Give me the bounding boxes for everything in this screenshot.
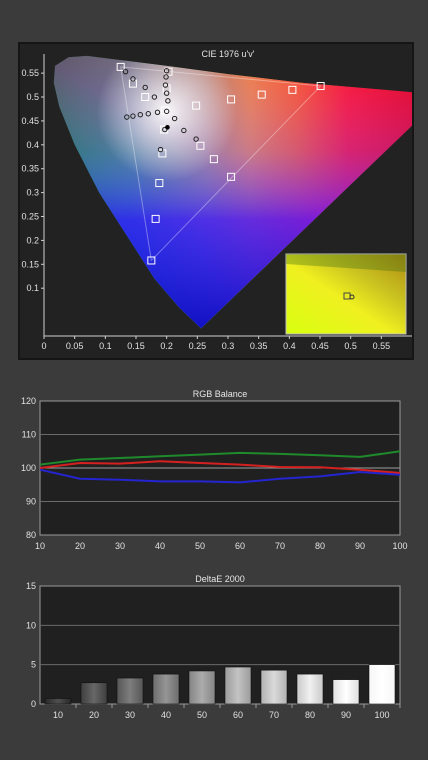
y-tick-label: 0 bbox=[31, 699, 36, 709]
cie-chart: CIE 1976 u'v' 0 0.05 0.1 0.15 0.2 0.25 0.3 0.35 0… bbox=[21, 49, 413, 351]
deltae-bar bbox=[296, 673, 324, 705]
chart-title: CIE 1976 u'v' bbox=[202, 49, 255, 59]
x-tick-label: 0.25 bbox=[189, 341, 207, 351]
x-tick-label: 80 bbox=[315, 541, 325, 551]
y-tick-label: 5 bbox=[31, 660, 36, 670]
x-tick-label: 90 bbox=[355, 541, 365, 551]
x-tick-label: 60 bbox=[235, 541, 245, 551]
deltae-bar bbox=[44, 698, 72, 705]
y-tick-label: 0.35 bbox=[21, 164, 39, 174]
x-tick-label: 0 bbox=[41, 341, 46, 351]
x-tick-label: 40 bbox=[155, 541, 165, 551]
deltae-bar bbox=[224, 666, 252, 705]
x-tick-label: 0.4 bbox=[283, 341, 296, 351]
y-tick-label: 0.2 bbox=[26, 235, 39, 245]
rgb-balance-chart: RGB Balance 80 90 100 110 120 10 20 30 40 50 60 70 80… bbox=[21, 389, 408, 551]
x-tick-label: 90 bbox=[341, 710, 351, 720]
y-tick-label: 80 bbox=[26, 530, 36, 540]
y-tick-label: 120 bbox=[21, 396, 36, 406]
deltae-bar bbox=[260, 669, 288, 705]
x-tick-label: 50 bbox=[197, 710, 207, 720]
x-tick-label: 70 bbox=[269, 710, 279, 720]
y-tick-label: 15 bbox=[26, 581, 36, 591]
x-tick-label: 70 bbox=[275, 541, 285, 551]
x-tick-label: 10 bbox=[35, 541, 45, 551]
deltae-bar bbox=[332, 679, 360, 705]
x-tick-label: 20 bbox=[89, 710, 99, 720]
deltae-chart: DeltaE 2000 0 5 10 15 10 20 30 40 50 60 70 80 90 100 bbox=[26, 574, 401, 720]
x-tick-label: 80 bbox=[305, 710, 315, 720]
deltae-bar bbox=[368, 664, 396, 705]
y-tick-label: 0.5 bbox=[26, 92, 39, 102]
white-point-marker bbox=[165, 125, 170, 130]
x-tick-label: 0.05 bbox=[66, 341, 84, 351]
x-tick-label: 20 bbox=[75, 541, 85, 551]
x-tick-label: 0.1 bbox=[99, 341, 112, 351]
cie-chart-panel: CIE 1976 u'v' 0 0.05 0.1 0.15 0.2 0.25 0.3 0.35 0… bbox=[18, 42, 414, 360]
y-tick-label: 90 bbox=[26, 497, 36, 507]
deltae-bar bbox=[152, 673, 180, 705]
x-tick-label: 10 bbox=[53, 710, 63, 720]
x-tick-label: 30 bbox=[115, 541, 125, 551]
x-tick-label: 0.55 bbox=[373, 341, 391, 351]
x-tick-label: 100 bbox=[374, 710, 389, 720]
x-tick-label: 0.2 bbox=[160, 341, 173, 351]
x-tick-label: 0.45 bbox=[311, 341, 329, 351]
deltae-bar bbox=[116, 677, 144, 705]
y-tick-label: 0.15 bbox=[21, 259, 39, 269]
x-tick-label: 0.15 bbox=[127, 341, 145, 351]
deltae-bar bbox=[188, 670, 216, 705]
x-tick-label: 0.3 bbox=[222, 341, 235, 351]
y-tick-label: 0.4 bbox=[26, 140, 39, 150]
x-tick-label: 60 bbox=[233, 710, 243, 720]
y-tick-label: 0.3 bbox=[26, 188, 39, 198]
y-tick-label: 10 bbox=[26, 620, 36, 630]
x-tick-label: 30 bbox=[125, 710, 135, 720]
y-tick-label: 0.25 bbox=[21, 212, 39, 222]
deltae-bar bbox=[80, 682, 108, 705]
y-tick-label: 0.45 bbox=[21, 116, 39, 126]
y-tick-label: 100 bbox=[21, 463, 36, 473]
y-tick-label: 0.1 bbox=[26, 283, 39, 293]
deltae-panel: DeltaE 2000 0 5 10 15 10 20 30 40 50 60 70 80 90 100 bbox=[0, 570, 428, 720]
x-tick-label: 50 bbox=[195, 541, 205, 551]
y-tick-label: 110 bbox=[22, 430, 36, 440]
chart-title: RGB Balance bbox=[193, 389, 248, 399]
x-tick-label: 0.5 bbox=[344, 341, 357, 351]
x-tick-label: 40 bbox=[161, 710, 171, 720]
y-tick-label: 0.55 bbox=[21, 68, 39, 78]
chart-title: DeltaE 2000 bbox=[195, 574, 245, 584]
rgb-balance-panel: RGB Balance 80 90 100 110 120 10 20 30 40 50 60 70 80… bbox=[0, 385, 428, 555]
x-tick-label: 0.35 bbox=[250, 341, 268, 351]
x-tick-label: 100 bbox=[392, 541, 407, 551]
